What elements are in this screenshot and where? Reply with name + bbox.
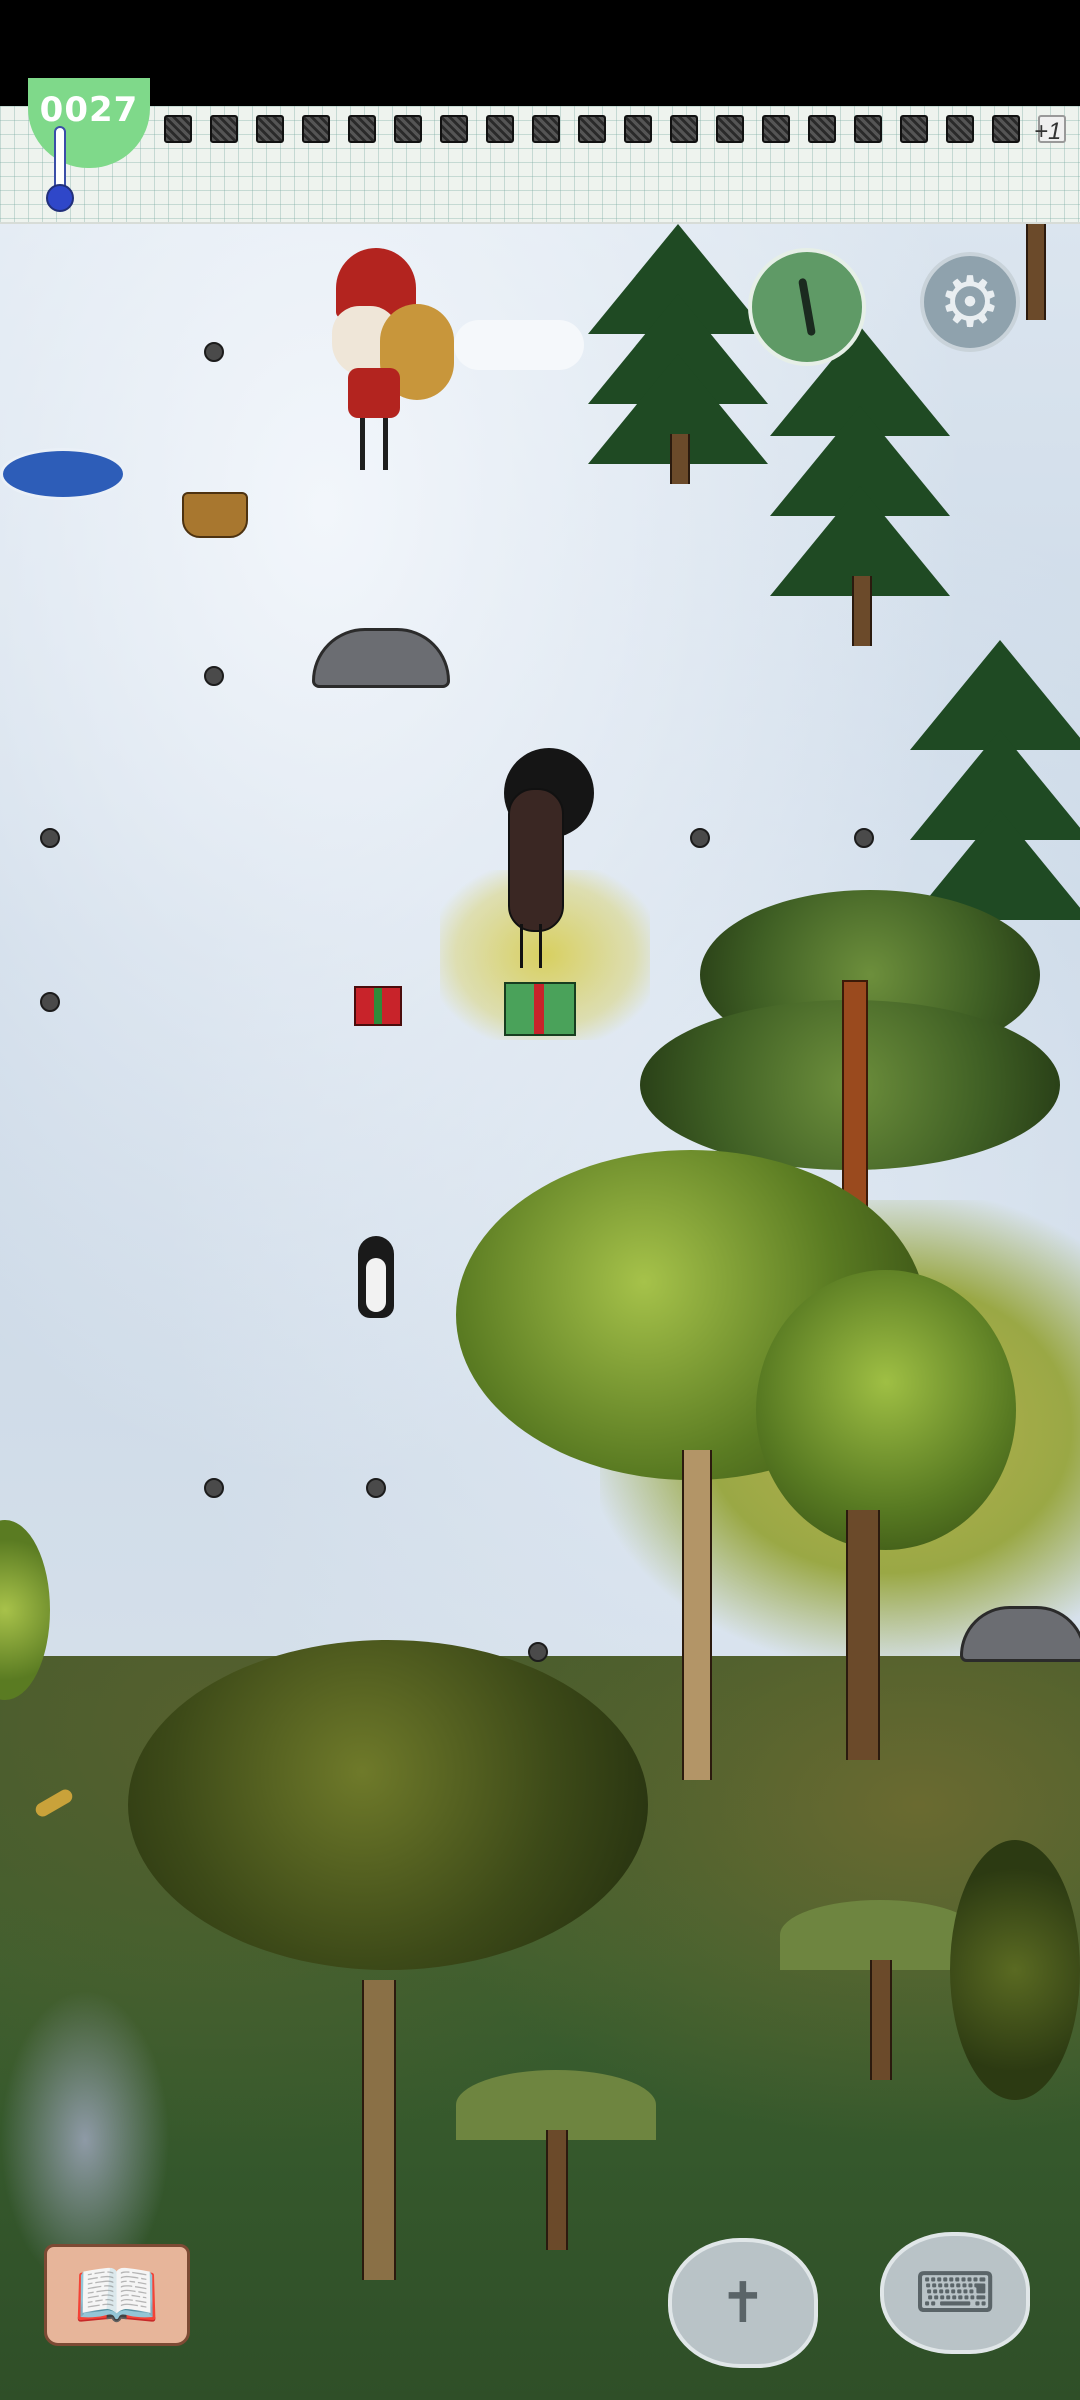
food-pip — [900, 115, 928, 143]
ice-hole[interactable] — [0, 448, 126, 500]
food-pip — [946, 115, 974, 143]
keyboard-icon: ⌨ — [914, 2260, 996, 2326]
player-legs — [520, 924, 542, 968]
banana-tree[interactable] — [456, 2070, 656, 2270]
santa-character[interactable] — [326, 248, 456, 480]
gift-green[interactable] — [504, 982, 576, 1036]
keyboard-chat-button[interactable]: ⌨ — [880, 2232, 1030, 2354]
stone-item[interactable] — [854, 828, 874, 848]
stone-item[interactable] — [366, 1478, 386, 1498]
pine-tree[interactable] — [588, 224, 768, 484]
food-pip — [348, 115, 376, 143]
food-pip — [762, 115, 790, 143]
food-pip — [670, 115, 698, 143]
status-bar — [0, 0, 1080, 106]
food-pip — [992, 115, 1020, 143]
gear-icon: ⚙ — [938, 261, 1002, 343]
puppet-say-button[interactable]: ✝ — [668, 2238, 818, 2368]
jungle-tree[interactable] — [950, 1840, 1080, 2100]
player-character[interactable] — [494, 748, 604, 968]
food-bonus-label: +1 — [1034, 118, 1062, 145]
player-body — [508, 788, 564, 932]
gift-red[interactable] — [354, 986, 402, 1026]
recipe-book-button[interactable]: 📖 — [44, 2244, 190, 2346]
food-counter-value: 0027 — [39, 90, 139, 130]
santa-body — [348, 368, 400, 418]
basket-item[interactable] — [182, 492, 248, 538]
food-pip — [440, 115, 468, 143]
food-pip — [302, 115, 330, 143]
food-pip — [486, 115, 514, 143]
compass-icon — [798, 277, 816, 337]
thermometer-bulb — [46, 184, 74, 212]
food-pip — [210, 115, 238, 143]
stone-item[interactable] — [40, 992, 60, 1012]
food-pip — [256, 115, 284, 143]
stone-item[interactable] — [204, 1478, 224, 1498]
food-pip — [854, 115, 882, 143]
stone-item[interactable] — [204, 342, 224, 362]
penguin-animal[interactable] — [358, 1236, 394, 1318]
food-pip — [532, 115, 560, 143]
pine-tree[interactable] — [770, 326, 950, 646]
book-icon: 📖 — [73, 2253, 161, 2336]
stone-item[interactable] — [40, 828, 60, 848]
settings-button[interactable]: ⚙ — [920, 252, 1020, 352]
stone-item[interactable] — [204, 666, 224, 686]
food-pip — [624, 115, 652, 143]
compass-button[interactable] — [748, 248, 866, 366]
food-pip — [578, 115, 606, 143]
banana-tree[interactable] — [780, 1900, 980, 2100]
food-pip — [164, 115, 192, 143]
cloud — [454, 320, 584, 370]
santa-legs — [360, 418, 388, 470]
food-pip — [394, 115, 422, 143]
stone-item[interactable] — [690, 828, 710, 848]
food-pip — [716, 115, 744, 143]
puppet-icon: ✝ — [719, 2270, 767, 2336]
food-pip — [808, 115, 836, 143]
